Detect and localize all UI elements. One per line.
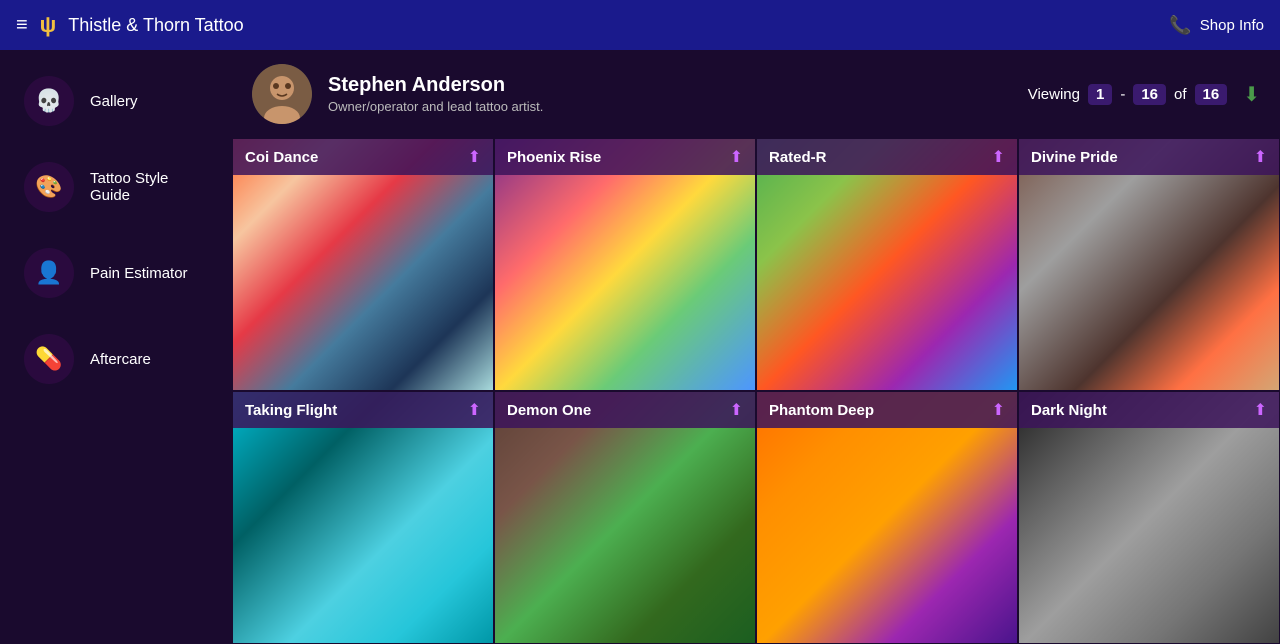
taking-flight-title: Taking Flight (245, 402, 337, 419)
demon-one-image (495, 392, 755, 643)
viewing-dash: - (1120, 86, 1125, 103)
top-nav-left: ≡ ψ Thistle & Thorn Tattoo (16, 12, 244, 38)
gallery-icon: 💀 (24, 76, 74, 126)
download-icon[interactable]: ⬇ (1243, 82, 1260, 107)
demon-one-expand-icon[interactable]: ⬆ (730, 400, 743, 420)
coi-dance-expand-icon[interactable]: ⬆ (468, 147, 481, 167)
sidebar-label-pain-estimator: Pain Estimator (90, 265, 188, 282)
dark-night-expand-icon[interactable]: ⬆ (1254, 400, 1267, 420)
viewing-total: 16 (1195, 84, 1228, 105)
sidebar-item-style-guide[interactable]: 🎨 Tattoo Style Guide (8, 148, 224, 226)
artist-role: Owner/operator and lead tattoo artist. (328, 99, 543, 114)
rated-r-title: Rated-R (769, 149, 827, 166)
taking-flight-header: Taking Flight ⬆ (233, 392, 493, 428)
viewing-label: Viewing (1028, 86, 1080, 103)
content-area: Stephen Anderson Owner/operator and lead… (232, 50, 1280, 644)
gallery-item-divine-pride[interactable]: Divine Pride ⬆ (1018, 138, 1280, 391)
phantom-deep-header: Phantom Deep ⬆ (757, 392, 1017, 428)
shop-info-button[interactable]: 📞 Shop Info (1169, 15, 1264, 36)
rated-r-header: Rated-R ⬆ (757, 139, 1017, 175)
divine-pride-header: Divine Pride ⬆ (1019, 139, 1279, 175)
phone-icon: 📞 (1169, 15, 1191, 36)
sidebar-label-aftercare: Aftercare (90, 351, 151, 368)
phantom-deep-expand-icon[interactable]: ⬆ (992, 400, 1005, 420)
dark-night-title: Dark Night (1031, 402, 1107, 419)
viewing-start: 1 (1088, 84, 1112, 105)
main-layout: 💀 Gallery 🎨 Tattoo Style Guide 👤 Pain Es… (0, 50, 1280, 644)
avatar (252, 64, 312, 124)
rated-r-expand-icon[interactable]: ⬆ (992, 147, 1005, 167)
sidebar-label-gallery: Gallery (90, 93, 138, 110)
phantom-deep-image (757, 392, 1017, 643)
sidebar-label-style-guide: Tattoo Style Guide (90, 170, 208, 204)
gallery-item-taking-flight[interactable]: Taking Flight ⬆ (232, 391, 494, 644)
sidebar-item-pain-estimator[interactable]: 👤 Pain Estimator (8, 234, 224, 312)
dark-night-image (1019, 392, 1279, 643)
hamburger-icon[interactable]: ≡ (16, 14, 28, 37)
shop-info-label: Shop Info (1200, 17, 1264, 34)
dark-night-header: Dark Night ⬆ (1019, 392, 1279, 428)
taking-flight-expand-icon[interactable]: ⬆ (468, 400, 481, 420)
coi-dance-header: Coi Dance ⬆ (233, 139, 493, 175)
phoenix-rise-header: Phoenix Rise ⬆ (495, 139, 755, 175)
sidebar-item-gallery[interactable]: 💀 Gallery (8, 62, 224, 140)
gallery-grid: Coi Dance ⬆ Phoenix Rise ⬆ Rated-R ⬆ Div… (232, 138, 1280, 644)
divine-pride-image (1019, 139, 1279, 390)
phoenix-rise-image (495, 139, 755, 390)
phoenix-rise-title: Phoenix Rise (507, 149, 601, 166)
divine-pride-title: Divine Pride (1031, 149, 1118, 166)
viewing-of: of (1174, 86, 1187, 103)
artist-name: Stephen Anderson (328, 74, 543, 97)
demon-one-header: Demon One ⬆ (495, 392, 755, 428)
gallery-item-rated-r[interactable]: Rated-R ⬆ (756, 138, 1018, 391)
gallery-item-demon-one[interactable]: Demon One ⬆ (494, 391, 756, 644)
viewing-info: Viewing 1 - 16 of 16 ⬇ (1028, 82, 1260, 107)
pain-estimator-icon: 👤 (24, 248, 74, 298)
gallery-item-phantom-deep[interactable]: Phantom Deep ⬆ (756, 391, 1018, 644)
gallery-item-phoenix-rise[interactable]: Phoenix Rise ⬆ (494, 138, 756, 391)
taking-flight-image (233, 392, 493, 643)
rated-r-image (757, 139, 1017, 390)
top-nav: ≡ ψ Thistle & Thorn Tattoo 📞 Shop Info (0, 0, 1280, 50)
style-guide-icon: 🎨 (24, 162, 74, 212)
coi-dance-title: Coi Dance (245, 149, 318, 166)
brand-name: Thistle & Thorn Tattoo (68, 15, 243, 36)
gallery-item-dark-night[interactable]: Dark Night ⬆ (1018, 391, 1280, 644)
sidebar-item-aftercare[interactable]: 💊 Aftercare (8, 320, 224, 398)
coi-dance-image (233, 139, 493, 390)
gallery-item-coi-dance[interactable]: Coi Dance ⬆ (232, 138, 494, 391)
artist-header: Stephen Anderson Owner/operator and lead… (232, 50, 1280, 138)
sidebar: 💀 Gallery 🎨 Tattoo Style Guide 👤 Pain Es… (0, 50, 232, 644)
phoenix-rise-expand-icon[interactable]: ⬆ (730, 147, 743, 167)
brand-logo-icon: ψ (40, 12, 57, 38)
artist-info: Stephen Anderson Owner/operator and lead… (252, 64, 543, 124)
viewing-end: 16 (1133, 84, 1166, 105)
phantom-deep-title: Phantom Deep (769, 402, 874, 419)
demon-one-title: Demon One (507, 402, 591, 419)
divine-pride-expand-icon[interactable]: ⬆ (1254, 147, 1267, 167)
aftercare-icon: 💊 (24, 334, 74, 384)
